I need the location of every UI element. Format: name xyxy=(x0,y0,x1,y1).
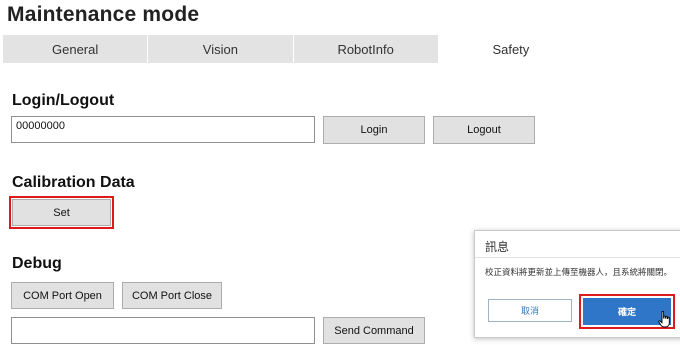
tab-safety[interactable]: Safety xyxy=(438,35,583,63)
debug-heading: Debug xyxy=(12,255,62,272)
message-dialog: 訊息 校正資料將更新並上傳至機器人，且系統將關閉。 取消 確定 xyxy=(474,230,680,338)
hand-cursor-icon xyxy=(658,310,672,328)
com-port-close-button[interactable]: COM Port Close xyxy=(122,282,222,309)
tab-general[interactable]: General xyxy=(3,35,148,63)
dialog-divider xyxy=(475,257,680,258)
tab-vision[interactable]: Vision xyxy=(148,35,293,63)
tab-bar: General Vision RobotInfo Safety xyxy=(3,35,583,63)
com-port-open-button[interactable]: COM Port Open xyxy=(11,282,114,309)
login-heading: Login/Logout xyxy=(12,92,115,109)
tab-robotinfo[interactable]: RobotInfo xyxy=(293,35,438,63)
login-password-input[interactable]: 00000000 xyxy=(11,116,315,143)
send-command-button[interactable]: Send Command xyxy=(323,317,425,344)
dialog-cancel-button[interactable]: 取消 xyxy=(488,299,572,322)
dialog-title: 訊息 xyxy=(485,240,510,254)
calibration-heading: Calibration Data xyxy=(12,174,135,191)
calibration-set-button[interactable]: Set xyxy=(9,196,114,229)
page-title: Maintenance mode xyxy=(7,3,200,26)
dialog-message: 校正資料將更新並上傳至機器人，且系統將關閉。 xyxy=(485,267,673,277)
logout-button[interactable]: Logout xyxy=(433,116,535,144)
debug-command-input[interactable] xyxy=(11,317,315,344)
login-button[interactable]: Login xyxy=(323,116,425,144)
